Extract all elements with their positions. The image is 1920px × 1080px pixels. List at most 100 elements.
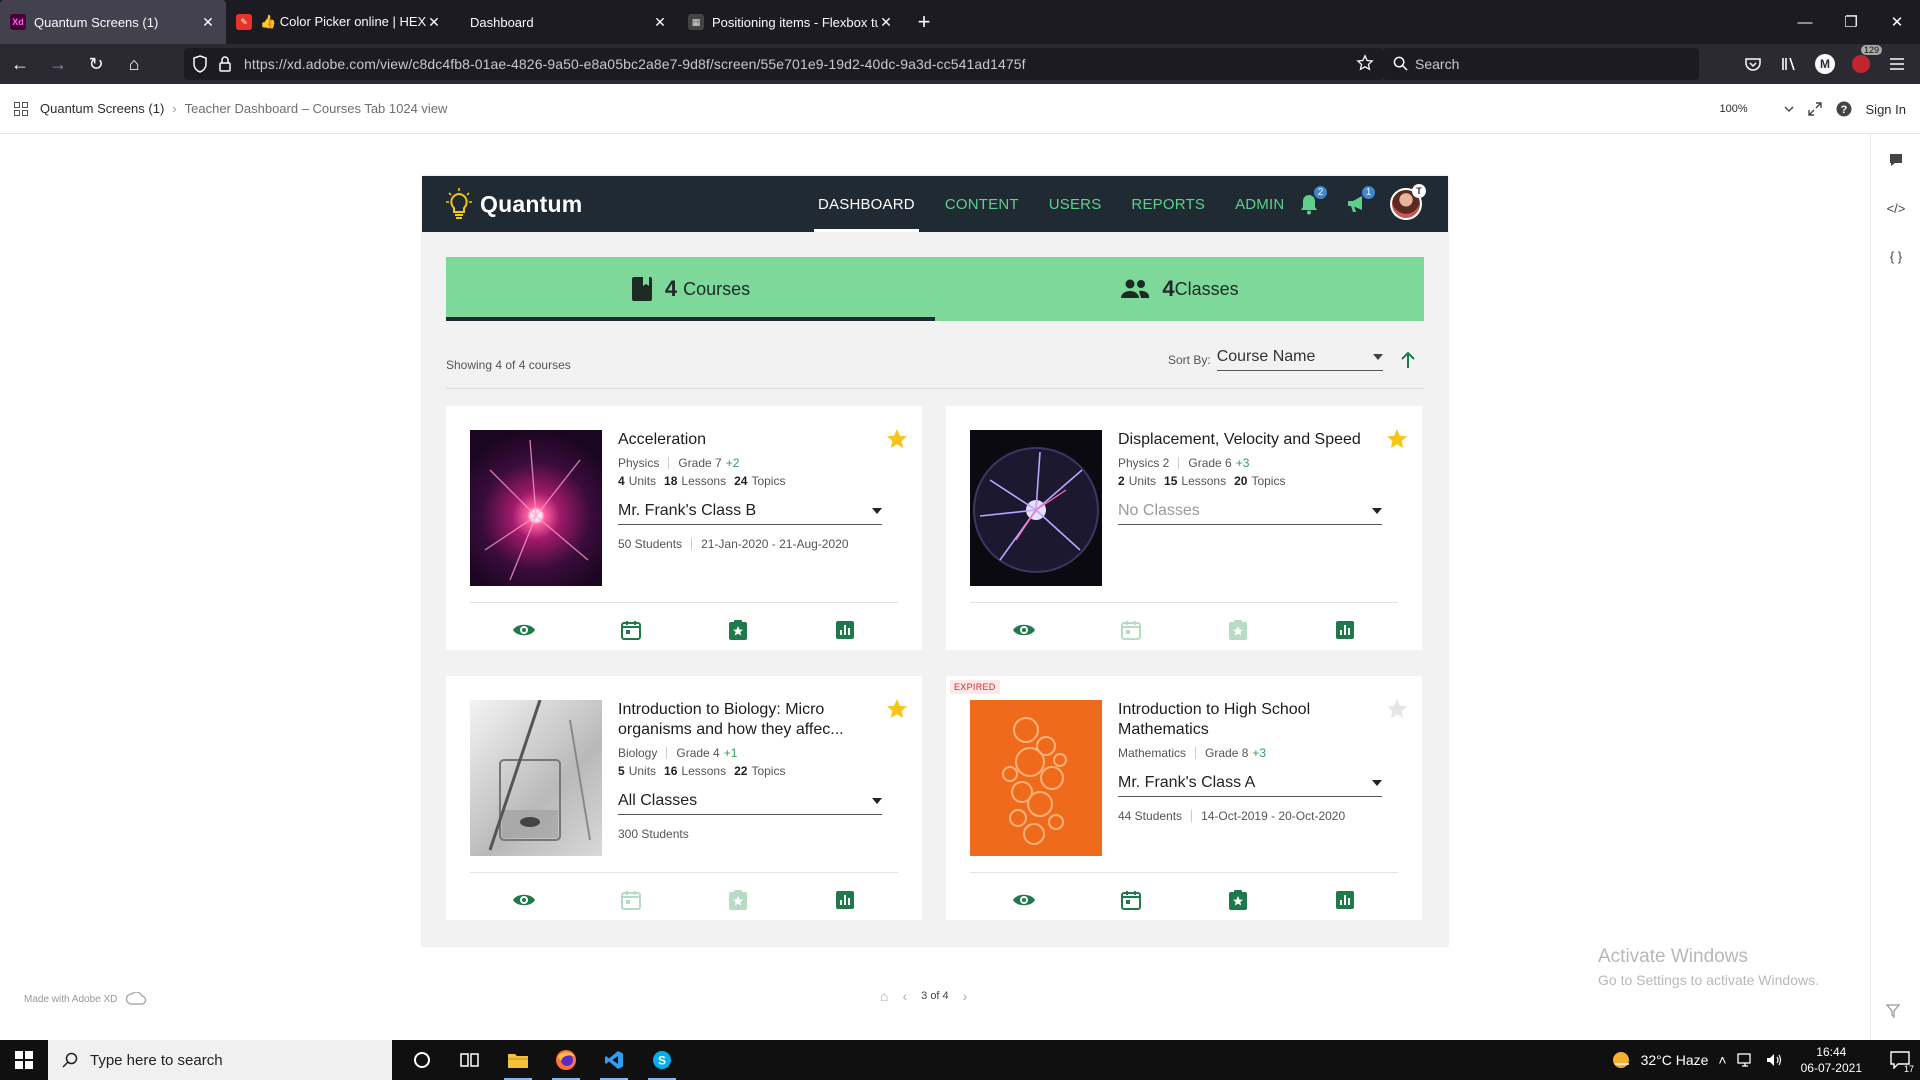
course-card[interactable]: Introduction to Biology: Micro organisms… bbox=[446, 676, 922, 920]
report-chart-icon[interactable] bbox=[1331, 888, 1359, 912]
weather-sun-icon[interactable] bbox=[1611, 1050, 1631, 1070]
user-avatar[interactable]: T bbox=[1390, 184, 1426, 220]
fullscreen-icon[interactable] bbox=[1807, 102, 1822, 116]
cortana-icon[interactable] bbox=[398, 1040, 446, 1080]
tab-classes[interactable]: 4 Classes bbox=[935, 257, 1424, 321]
task-view-icon[interactable] bbox=[446, 1040, 494, 1080]
menu-dashboard[interactable]: DASHBOARD bbox=[814, 176, 919, 232]
course-card[interactable]: Acceleration Physics Grade 7 +2 4 Units 1… bbox=[446, 406, 922, 650]
calendar-icon[interactable] bbox=[1117, 888, 1145, 912]
close-tab-icon[interactable]: ✕ bbox=[426, 14, 442, 31]
course-card[interactable]: EXPIRED Introduction to High School Math… bbox=[946, 676, 1422, 920]
menu-reports[interactable]: REPORTS bbox=[1131, 176, 1205, 232]
notifications-bell-icon[interactable]: 2 bbox=[1294, 185, 1328, 219]
filter-icon[interactable] bbox=[1886, 1004, 1900, 1018]
browser-search-input[interactable]: Search bbox=[1383, 48, 1699, 80]
weather-text[interactable]: 32°C Haze bbox=[1641, 1052, 1709, 1068]
favorite-star-outline-icon[interactable] bbox=[1386, 698, 1408, 720]
volume-icon[interactable] bbox=[1765, 1052, 1783, 1068]
course-title[interactable]: Introduction to High School Mathematics bbox=[1118, 700, 1388, 740]
browser-tab-dashboard[interactable]: Dashboard ✕ bbox=[452, 0, 678, 44]
view-eye-icon[interactable] bbox=[1010, 888, 1038, 912]
view-eye-icon[interactable] bbox=[510, 888, 538, 912]
restore-icon[interactable]: ❐ bbox=[1828, 0, 1874, 44]
home-icon[interactable]: ⌂ bbox=[880, 988, 888, 1004]
course-subject-grade: Biology Grade 4 +1 bbox=[618, 746, 888, 760]
next-icon[interactable]: › bbox=[963, 988, 968, 1004]
calendar-icon[interactable] bbox=[617, 618, 645, 642]
announcements-megaphone-icon[interactable]: 1 bbox=[1342, 185, 1376, 219]
url-bar[interactable]: https://xd.adobe.com/view/c8dc4fb8-01ae-… bbox=[184, 48, 1384, 80]
close-tab-icon[interactable]: ✕ bbox=[200, 14, 216, 31]
lock-icon[interactable] bbox=[218, 55, 232, 73]
assignment-star-icon[interactable] bbox=[724, 618, 752, 642]
comment-icon[interactable] bbox=[1871, 138, 1920, 182]
help-icon[interactable]: ? bbox=[1836, 101, 1852, 117]
menu-admin[interactable]: ADMIN bbox=[1235, 176, 1284, 232]
course-card[interactable]: Displacement, Velocity and Speed Physics… bbox=[946, 406, 1422, 650]
browser-tab-flexbox[interactable]: ▦ Positioning items - Flexbox tuto ✕ bbox=[678, 0, 904, 44]
shield-icon[interactable] bbox=[192, 55, 208, 73]
close-window-icon[interactable]: ✕ bbox=[1874, 0, 1920, 44]
class-select[interactable]: Mr. Frank's Class A bbox=[1118, 774, 1382, 797]
favorite-star-icon[interactable] bbox=[886, 428, 908, 450]
course-title[interactable]: Introduction to Biology: Micro organisms… bbox=[618, 700, 888, 740]
skype-icon[interactable]: S bbox=[638, 1040, 686, 1080]
firefox-icon[interactable] bbox=[542, 1040, 590, 1080]
report-chart-icon[interactable] bbox=[1331, 618, 1359, 642]
tray-chevron-up-icon[interactable]: ˄ bbox=[1718, 1052, 1726, 1068]
class-select[interactable]: No Classes bbox=[1118, 502, 1382, 525]
browser-tab-quantum-screens[interactable]: Xd Quantum Screens (1) ✕ bbox=[0, 0, 226, 44]
home-button[interactable]: ⌂ bbox=[116, 48, 152, 80]
course-grade-plus: +3 bbox=[1252, 746, 1267, 760]
grid-view-icon[interactable] bbox=[14, 101, 28, 116]
account-icon[interactable]: M bbox=[1814, 53, 1836, 75]
reload-button[interactable]: ↻ bbox=[78, 48, 114, 80]
bookmark-star-icon[interactable] bbox=[1356, 54, 1374, 72]
taskbar-search-input[interactable]: Type here to search bbox=[48, 1040, 392, 1080]
favorite-star-icon[interactable] bbox=[1386, 428, 1408, 450]
clock-date: 06-07-2021 bbox=[1800, 1061, 1862, 1075]
action-center-icon[interactable]: 17 bbox=[1880, 1040, 1920, 1080]
tab-courses[interactable]: 4 Courses bbox=[446, 257, 935, 321]
menu-icon[interactable] bbox=[1886, 53, 1908, 75]
report-chart-icon[interactable] bbox=[831, 618, 859, 642]
close-tab-icon[interactable]: ✕ bbox=[878, 14, 894, 31]
sign-in-link[interactable]: Sign In bbox=[1866, 102, 1906, 117]
network-icon[interactable] bbox=[1736, 1052, 1755, 1068]
favorite-star-icon[interactable] bbox=[886, 698, 908, 720]
minimize-icon[interactable]: — bbox=[1782, 0, 1828, 44]
sort-select[interactable]: Course Name bbox=[1216, 348, 1383, 371]
topics-label: Topics bbox=[1251, 474, 1286, 488]
sort-direction-arrow-icon[interactable] bbox=[1400, 351, 1415, 369]
class-select[interactable]: All Classes bbox=[618, 792, 882, 815]
library-icon[interactable] bbox=[1778, 53, 1800, 75]
view-eye-icon[interactable] bbox=[1010, 618, 1038, 642]
view-eye-icon[interactable] bbox=[510, 618, 538, 642]
vscode-icon[interactable] bbox=[590, 1040, 638, 1080]
extension-icon[interactable]: 129 bbox=[1850, 45, 1882, 75]
file-explorer-icon[interactable] bbox=[494, 1040, 542, 1080]
course-title[interactable]: Acceleration bbox=[618, 430, 888, 450]
brand[interactable]: Quantum bbox=[446, 187, 582, 221]
new-tab-button[interactable]: + bbox=[904, 0, 944, 44]
forward-button[interactable]: → bbox=[40, 48, 76, 80]
report-chart-icon[interactable] bbox=[831, 888, 859, 912]
class-select[interactable]: Mr. Frank's Class B bbox=[618, 502, 882, 525]
menu-users[interactable]: USERS bbox=[1049, 176, 1102, 232]
course-title[interactable]: Displacement, Velocity and Speed bbox=[1118, 430, 1388, 450]
clock[interactable]: 16:44 06-07-2021 bbox=[1801, 1044, 1862, 1076]
browser-tab-color-picker[interactable]: ✎ 👍 Color Picker online | HEX Co ✕ bbox=[226, 0, 452, 44]
pocket-icon[interactable] bbox=[1742, 53, 1764, 75]
braces-icon[interactable]: { } bbox=[1871, 234, 1920, 278]
previous-icon[interactable]: ‹ bbox=[902, 988, 907, 1004]
close-tab-icon[interactable]: ✕ bbox=[652, 14, 668, 31]
back-button[interactable]: ← bbox=[2, 48, 38, 80]
zoom-select[interactable]: 100% bbox=[1720, 103, 1794, 115]
made-with-xd[interactable]: Made with Adobe XD bbox=[24, 992, 147, 1006]
breadcrumb-project[interactable]: Quantum Screens (1) bbox=[40, 101, 164, 116]
code-icon[interactable]: </> bbox=[1871, 186, 1920, 230]
menu-content[interactable]: CONTENT bbox=[945, 176, 1019, 232]
assignment-star-icon[interactable] bbox=[1224, 888, 1252, 912]
windows-start-icon[interactable] bbox=[0, 1040, 48, 1080]
